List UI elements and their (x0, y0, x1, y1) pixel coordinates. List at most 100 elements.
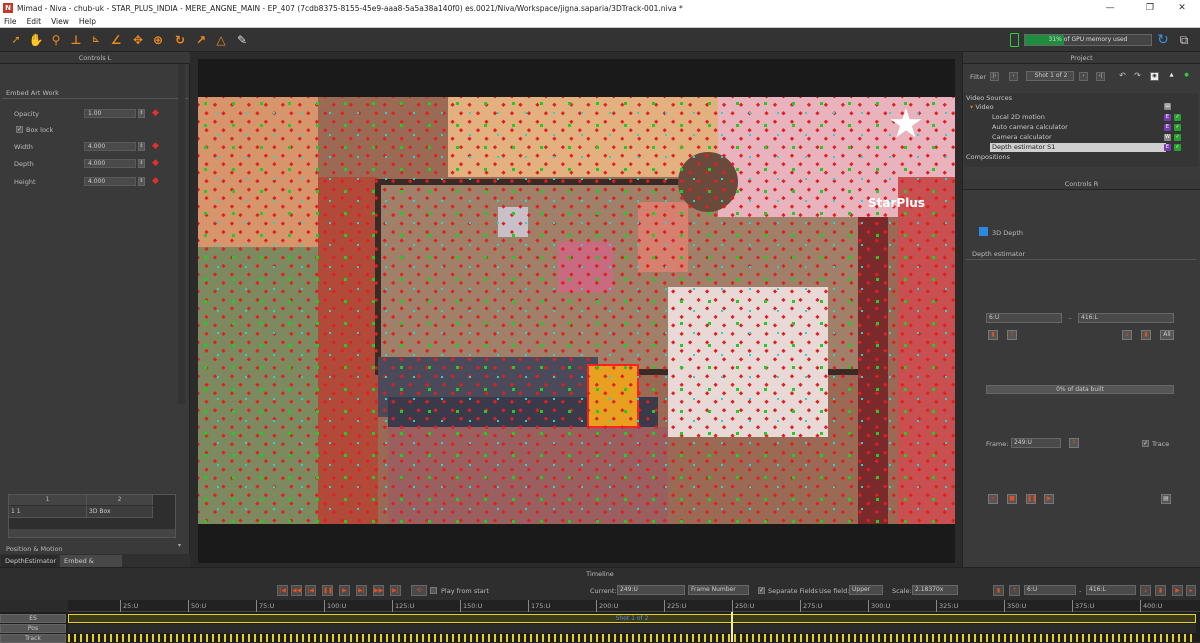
hand-pan-icon[interactable]: ✋ (28, 32, 44, 48)
xy-tool-icon[interactable]: ⊾ (88, 32, 104, 48)
menu-file[interactable]: File (4, 17, 17, 26)
menu-edit[interactable]: Edit (27, 17, 42, 26)
video-folder[interactable]: ▾ Video (970, 103, 994, 112)
table-cell-index[interactable]: 1 1 (9, 506, 87, 518)
opacity-spinner[interactable]: ⇕ (138, 109, 145, 118)
document-icon[interactable]: ▤ (1161, 494, 1171, 504)
depth-spinner[interactable]: ⇕ (138, 159, 145, 168)
zoom-magnifier-icon[interactable]: ⚲ (48, 32, 64, 48)
prev-shot-button[interactable]: ‹ (1009, 72, 1018, 81)
minimize-button[interactable]: — (1092, 0, 1128, 16)
tab-depth-estimator[interactable]: DepthEstimator (1, 555, 57, 567)
goto-range-end-icon[interactable]: ⇣ (1140, 585, 1151, 596)
set-range-end-icon[interactable]: ▮ (1155, 585, 1166, 596)
goto-last-icon[interactable]: ▶| (390, 585, 401, 596)
maximize-button[interactable]: ❐ (1132, 0, 1168, 16)
set-range-start-icon[interactable]: ▮ (993, 585, 1004, 596)
chevron-down-icon[interactable]: ▾ (178, 542, 186, 550)
depth-field[interactable]: 4.000 (84, 159, 136, 168)
timeline-range-start[interactable]: 6:U (1024, 585, 1076, 595)
height-keyframe-icon[interactable]: ◆ (151, 177, 160, 186)
next-key-icon[interactable]: ▶▶ (373, 585, 384, 596)
play-icon[interactable]: ▶ (339, 585, 350, 596)
globe-icon[interactable]: ● (1182, 72, 1191, 81)
rotate-tool-icon[interactable]: ↻ (172, 32, 188, 48)
eye-icon[interactable]: ◉ (1150, 72, 1159, 81)
warning-icon[interactable]: ▲ (1167, 72, 1176, 81)
all-button[interactable]: All (1160, 330, 1174, 340)
menu-view[interactable]: View (51, 17, 69, 26)
prev-key-icon[interactable]: ◀◀ (291, 585, 302, 596)
tree-item-camera-calculator[interactable]: Camera calculator (992, 133, 1052, 142)
playhead[interactable] (731, 612, 733, 642)
close-button[interactable]: ✕ (1164, 0, 1200, 16)
width-keyframe-icon[interactable]: ◆ (151, 142, 160, 151)
play-from-start-checkbox[interactable] (430, 587, 437, 594)
run-button[interactable]: ▶ (1044, 494, 1054, 504)
tree-item-depth-estimator[interactable]: Depth estimator S1 (990, 143, 1166, 152)
arrow-tool-icon[interactable]: ↗ (193, 32, 209, 48)
depth-keyframe-icon[interactable]: ◆ (151, 159, 160, 168)
tree-item-auto-camera-calculator[interactable]: Auto camera calculator (992, 123, 1068, 132)
track-label-pos[interactable]: Pos (0, 624, 66, 633)
loop-icon[interactable]: ⟲ (411, 585, 427, 596)
axis-tool-icon[interactable]: ⊥ (68, 32, 84, 48)
shot-field[interactable]: Shot 1 of 2 (1026, 71, 1074, 81)
opacity-field[interactable]: 1.00 (84, 109, 136, 118)
height-spinner[interactable]: ⇕ (138, 177, 145, 186)
copy-icon[interactable]: ⧉ (1176, 32, 1192, 48)
triangle-tool-icon[interactable]: △ (213, 32, 229, 48)
width-spinner[interactable]: ⇕ (138, 142, 145, 151)
stop-button[interactable]: ■ (1007, 494, 1017, 504)
table-header-2[interactable]: 2 (87, 495, 153, 505)
menu-help[interactable]: Help (79, 17, 96, 26)
timeline-range-end[interactable]: 416:L (1086, 585, 1136, 595)
compositions-label[interactable]: Compositions (966, 153, 1010, 162)
shot-bar[interactable]: Shot 1 of 2 (68, 614, 1196, 623)
table-cell-name[interactable]: 3D Box (87, 506, 153, 518)
table-header-1[interactable]: 1 (9, 495, 87, 505)
height-field[interactable]: 4.000 (84, 177, 136, 186)
tree-item-local-2d-motion[interactable]: Local 2D motion (992, 113, 1045, 122)
use-field-select[interactable]: Upper (849, 585, 883, 595)
clear-button[interactable]: ✕ (988, 494, 998, 504)
pause-button[interactable]: ❚❚ (1026, 494, 1037, 504)
goto-first-icon[interactable]: |◀ (277, 585, 288, 596)
select-arrow-icon[interactable]: ➚ (8, 32, 24, 48)
range-end-field[interactable]: 416:L (1078, 313, 1174, 323)
range-more-icon[interactable]: ▸ (1186, 585, 1196, 596)
crosshair-tool-icon[interactable]: ⊕ (150, 32, 166, 48)
refresh-icon[interactable]: ↻ (1155, 32, 1171, 48)
goto-end-button[interactable]: ⇣ (1122, 330, 1132, 340)
redo-icon[interactable]: ↷ (1133, 72, 1142, 81)
opacity-keyframe-icon[interactable]: ◆ (151, 109, 160, 118)
width-field[interactable]: 4.000 (84, 142, 136, 151)
timeline-ruler[interactable]: 25:U 50:U 75:U 100:U 125:U 150:U 175:U 200:U 225… (68, 600, 1200, 612)
table-hscrollbar[interactable] (9, 529, 175, 537)
separate-fields-checkbox[interactable]: ✓ (758, 587, 765, 594)
range-play-icon[interactable]: ▶ (1172, 585, 1183, 596)
track-keyframes[interactable] (68, 634, 1196, 642)
next-shot-button[interactable]: › (1079, 72, 1088, 81)
angle-tool-icon[interactable]: ∠ (108, 32, 124, 48)
goto-start-button[interactable]: ⇡ (1007, 330, 1017, 340)
frame-field[interactable]: 249:U (1011, 438, 1061, 448)
track-label-es[interactable]: ES (0, 614, 66, 623)
first-shot-button[interactable]: |‹ (990, 72, 999, 81)
range-start-field[interactable]: 6:U (986, 313, 1062, 323)
set-start-button[interactable]: ▮ (988, 330, 998, 340)
frame-jump-button[interactable]: ⇳ (1069, 438, 1079, 448)
last-shot-button[interactable]: ›| (1096, 72, 1105, 81)
set-end-button[interactable]: ▮ (1141, 330, 1151, 340)
step-forward-icon[interactable]: ▶| (356, 585, 367, 596)
frame-number-select[interactable]: Frame Number (688, 585, 749, 595)
step-back-icon[interactable]: |◀ (305, 585, 316, 596)
video-sources-label[interactable]: Video Sources (966, 94, 1012, 103)
scale-field[interactable]: 2.18370x (912, 585, 958, 595)
tab-embed-position[interactable]: Embed & Position (60, 555, 122, 577)
trace-checkbox[interactable]: ✓ (1142, 440, 1149, 447)
pin-icon[interactable]: ✎ (234, 32, 250, 48)
left-scrollbar[interactable] (178, 64, 185, 404)
video-frame[interactable]: ★ StarPlus (198, 97, 955, 524)
undo-icon[interactable]: ↶ (1118, 72, 1127, 81)
